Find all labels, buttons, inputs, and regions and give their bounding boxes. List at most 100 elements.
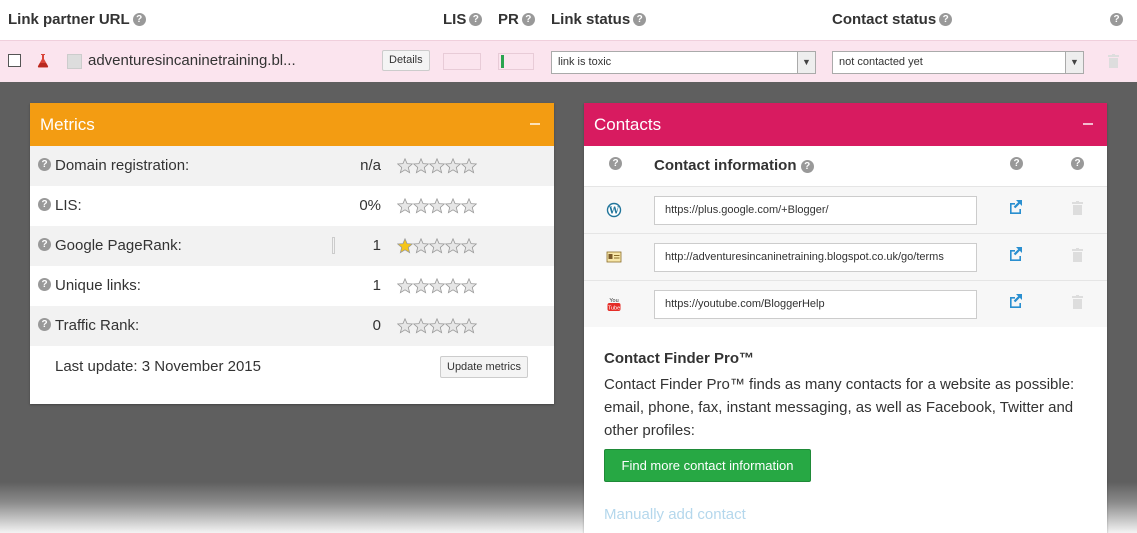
trash-icon[interactable] xyxy=(1072,248,1083,262)
help-icon[interactable]: ? xyxy=(38,198,51,212)
star-empty-icon xyxy=(412,197,430,214)
metric-value: 0% xyxy=(359,197,381,214)
chevron-down-icon: ▼ xyxy=(1065,52,1083,73)
star-empty-icon xyxy=(444,197,462,214)
pagerank-marker xyxy=(332,237,335,254)
toxic-flask-icon xyxy=(37,54,49,68)
help-icon[interactable]: ? xyxy=(609,157,622,170)
star-empty-icon xyxy=(460,197,478,214)
help-icon[interactable]: ? xyxy=(1110,12,1123,26)
metric-value: n/a xyxy=(360,157,381,174)
contact-field[interactable]: https://plus.google.com/+Blogger/ xyxy=(654,196,977,225)
contacts-table-header: ? Contact information ? ? ? xyxy=(584,146,1107,186)
help-icon[interactable]: ? xyxy=(633,12,647,26)
star-empty-icon xyxy=(460,277,478,294)
manually-add-contact-link[interactable]: Manually add contact xyxy=(604,506,746,523)
link-partner-url[interactable]: adventuresincaninetraining.bl... xyxy=(88,52,296,69)
contact-row: http://adventuresincaninetraining.blogsp… xyxy=(584,233,1107,280)
star-empty-icon xyxy=(428,317,446,334)
svg-text:W: W xyxy=(608,207,620,217)
last-update-text: Last update: 3 November 2015 xyxy=(55,358,261,375)
external-link-icon[interactable] xyxy=(1007,293,1023,309)
rating-stars xyxy=(396,237,478,255)
star-empty-icon xyxy=(428,237,446,254)
star-empty-icon xyxy=(460,237,478,254)
external-link-icon[interactable] xyxy=(1007,246,1023,262)
col-contact-status: Contact status? xyxy=(832,11,953,28)
wordpress-icon: W xyxy=(606,202,622,218)
help-icon[interactable]: ? xyxy=(38,238,51,252)
metric-row: ? Google PageRank: 1 xyxy=(30,226,554,266)
metric-row: ? Domain registration: n/a xyxy=(30,146,554,186)
star-empty-icon xyxy=(428,277,446,294)
contact-field[interactable]: https://youtube.com/BloggerHelp xyxy=(654,290,977,319)
update-metrics-button[interactable]: Update metrics xyxy=(440,356,528,378)
star-empty-icon xyxy=(428,157,446,174)
site-favicon xyxy=(67,54,82,69)
star-empty-icon xyxy=(412,317,430,334)
contact-finder-title: Contact Finder Pro™ xyxy=(604,350,755,367)
collapse-icon[interactable] xyxy=(1083,123,1093,125)
chevron-down-icon: ▼ xyxy=(797,52,815,73)
contact-row: Whttps://plus.google.com/+Blogger/ xyxy=(584,186,1107,233)
star-empty-icon xyxy=(444,237,462,254)
help-icon[interactable]: ? xyxy=(1010,157,1023,170)
metric-value: 1 xyxy=(372,237,381,254)
trash-icon[interactable] xyxy=(1108,54,1119,68)
help-icon[interactable]: ? xyxy=(469,12,483,26)
star-empty-icon xyxy=(396,157,414,174)
star-empty-icon xyxy=(444,157,462,174)
lis-indicator xyxy=(443,53,481,70)
pr-bar-fill xyxy=(501,55,504,68)
help-icon[interactable]: ? xyxy=(939,12,953,26)
metrics-panel: Metrics ? Domain registration: n/a? LIS: 0%?… xyxy=(30,103,554,404)
col-link-partner-url: Link partner URL? xyxy=(8,11,146,28)
help-icon[interactable]: ? xyxy=(521,12,535,26)
col-pr: PR? xyxy=(498,11,535,28)
details-button[interactable]: Details xyxy=(382,50,430,71)
contact-field[interactable]: http://adventuresincaninetraining.blogsp… xyxy=(654,243,977,272)
metric-row: ? LIS: 0% xyxy=(30,186,554,226)
table-header: Link partner URL? LIS? PR? Link status? … xyxy=(0,0,1137,40)
contact-card-icon xyxy=(606,249,622,265)
help-icon[interactable]: ? xyxy=(800,159,814,173)
col-actions: ? xyxy=(1107,11,1123,28)
youtube-icon: You Tube xyxy=(606,296,622,312)
help-icon[interactable]: ? xyxy=(132,12,146,26)
rating-stars xyxy=(396,317,478,335)
contacts-panel: Contacts ? Contact information ? ? ? Wht… xyxy=(584,103,1107,533)
rating-stars xyxy=(396,277,478,295)
rating-stars xyxy=(396,197,478,215)
star-empty-icon xyxy=(396,317,414,334)
row-checkbox[interactable] xyxy=(8,54,21,67)
contact-status-select[interactable]: not contacted yet ▼ xyxy=(832,51,1084,74)
trash-icon[interactable] xyxy=(1072,295,1083,309)
trash-icon[interactable] xyxy=(1072,201,1083,215)
external-link-icon[interactable] xyxy=(1007,199,1023,215)
find-more-contacts-button[interactable]: Find more contact information xyxy=(604,449,811,482)
star-empty-icon xyxy=(412,237,430,254)
star-empty-icon xyxy=(460,317,478,334)
star-empty-icon xyxy=(396,197,414,214)
help-icon[interactable]: ? xyxy=(38,158,51,172)
help-icon[interactable]: ? xyxy=(38,278,51,292)
star-empty-icon xyxy=(428,197,446,214)
help-icon[interactable]: ? xyxy=(1071,157,1084,170)
star-empty-icon xyxy=(412,277,430,294)
star-filled-icon xyxy=(396,237,414,254)
metric-value: 0 xyxy=(372,317,381,334)
star-empty-icon xyxy=(460,157,478,174)
pr-indicator xyxy=(498,53,534,70)
help-icon[interactable]: ? xyxy=(38,318,51,332)
contact-finder-description: Contact Finder Pro™ finds as many contac… xyxy=(604,376,1075,439)
contacts-header: Contacts xyxy=(584,103,1107,146)
contact-row: You Tube https://youtube.com/BloggerHelp xyxy=(584,280,1107,327)
metric-row: ? Traffic Rank: 0 xyxy=(30,306,554,346)
star-empty-icon xyxy=(396,277,414,294)
col-lis: LIS? xyxy=(443,11,483,28)
rating-stars xyxy=(396,157,478,175)
star-empty-icon xyxy=(444,317,462,334)
collapse-icon[interactable] xyxy=(530,123,540,125)
metric-row: ? Unique links: 1 xyxy=(30,266,554,306)
link-status-select[interactable]: link is toxic ▼ xyxy=(551,51,816,74)
